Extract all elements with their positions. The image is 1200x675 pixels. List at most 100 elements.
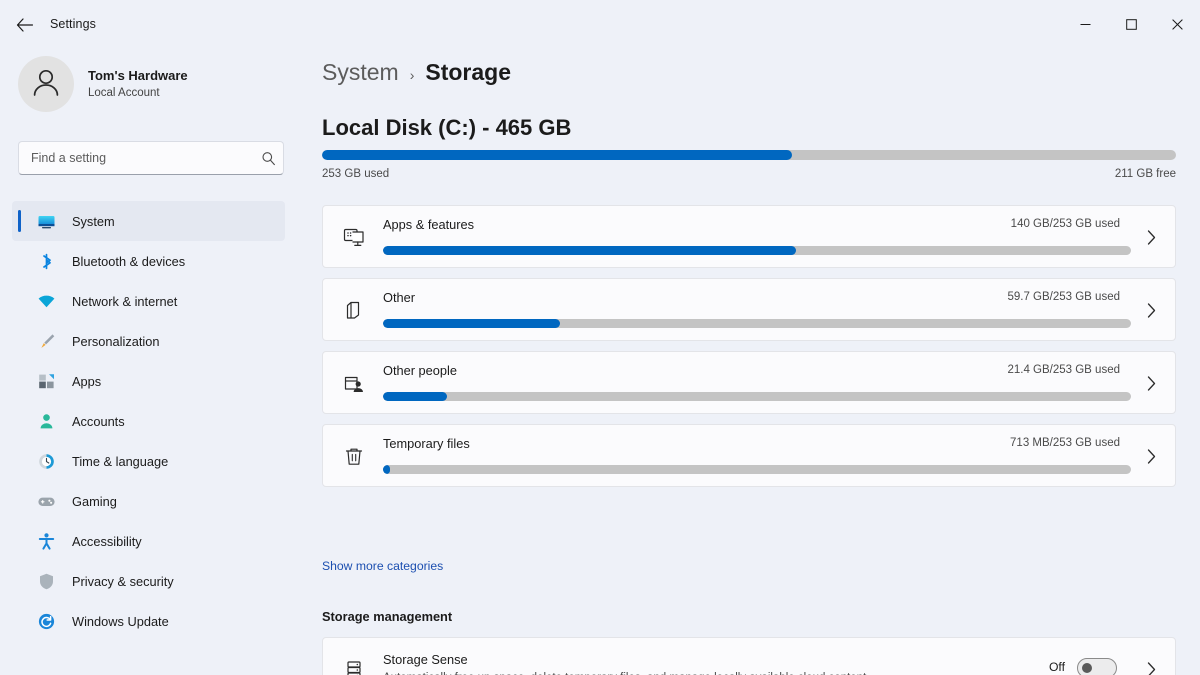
sidebar-item-label: Windows Update [72, 613, 169, 629]
storage-sense-toggle-state: Off [1048, 660, 1065, 674]
storage-management-list: Storage Sense Automatically free up spac… [322, 637, 1176, 675]
other-people-icon [341, 371, 367, 397]
settings-window: Settings Tom's Hardware Local Account Fi… [0, 0, 1200, 675]
documents-stack-icon [341, 298, 367, 324]
sidebar: Tom's Hardware Local Account Find a sett… [0, 48, 297, 675]
category-bar-fill [383, 246, 796, 255]
person-icon [36, 411, 56, 431]
show-more-categories-link[interactable]: Show more categories [322, 559, 443, 573]
title-bar: Settings [0, 0, 1200, 48]
window-controls [1062, 0, 1200, 48]
chevron-right-icon: › [409, 67, 415, 83]
sidebar-item-label: Accounts [72, 413, 125, 429]
disk-usage-block: 253 GB used 211 GB free [322, 150, 1176, 184]
gamepad-icon [36, 491, 56, 511]
account-name: Tom's Hardware [88, 68, 188, 83]
category-row-other[interactable]: Other 59.7 GB/253 GB used [322, 278, 1176, 341]
sidebar-item-label: Personalization [72, 333, 160, 349]
sidebar-item-accounts[interactable]: Accounts [12, 401, 285, 441]
sidebar-item-gaming[interactable]: Gaming [12, 481, 285, 521]
sidebar-item-label: Gaming [72, 493, 117, 509]
wifi-icon [36, 291, 56, 311]
category-label: Other people [383, 363, 457, 378]
main-content: System › Storage Local Disk (C:) - 465 G… [297, 48, 1200, 675]
category-bar [383, 246, 1131, 255]
account-block[interactable]: Tom's Hardware Local Account [18, 56, 188, 112]
update-refresh-icon [36, 611, 56, 631]
storage-drive-icon [341, 657, 367, 675]
sidebar-item-personalization[interactable]: Personalization [12, 321, 285, 361]
category-value: 713 MB/253 GB used [1010, 437, 1120, 449]
category-bar [383, 319, 1131, 328]
chevron-right-icon[interactable] [1141, 227, 1161, 247]
search-icon [253, 151, 283, 166]
chevron-right-icon[interactable] [1141, 373, 1161, 393]
breadcrumb: System › Storage [322, 59, 511, 86]
avatar [18, 56, 74, 112]
disk-usage-bar [322, 150, 1176, 160]
chevron-right-icon[interactable] [1141, 659, 1161, 675]
accessibility-icon [36, 531, 56, 551]
storage-sense-title: Storage Sense [383, 652, 468, 667]
minimize-button[interactable] [1062, 0, 1108, 48]
sidebar-item-windows-update[interactable]: Windows Update [12, 601, 285, 641]
bluetooth-icon [36, 251, 56, 271]
back-button[interactable] [8, 10, 40, 40]
person-avatar-icon [29, 65, 63, 104]
sidebar-item-label: Accessibility [72, 533, 142, 549]
app-title: Settings [50, 17, 96, 31]
disk-usage-fill [322, 150, 792, 160]
sidebar-nav: System Bluetooth & devices Network & int… [0, 201, 297, 641]
monitor-icon [36, 211, 56, 231]
sidebar-item-accessibility[interactable]: Accessibility [12, 521, 285, 561]
sidebar-item-bluetooth-devices[interactable]: Bluetooth & devices [12, 241, 285, 281]
storage-sense-row[interactable]: Storage Sense Automatically free up spac… [322, 637, 1176, 675]
breadcrumb-parent[interactable]: System [322, 59, 399, 86]
category-bar-fill [383, 319, 560, 328]
sidebar-item-time-language[interactable]: Time & language [12, 441, 285, 481]
account-subtitle: Local Account [88, 87, 160, 99]
sidebar-item-label: Time & language [72, 453, 169, 469]
category-value: 140 GB/253 GB used [1010, 218, 1120, 230]
category-list: Apps & features 140 GB/253 GB used Other [322, 205, 1176, 497]
category-row-temporary-files[interactable]: Temporary files 713 MB/253 GB used [322, 424, 1176, 487]
clock-icon [36, 451, 56, 471]
chevron-right-icon[interactable] [1141, 446, 1161, 466]
page-title: Local Disk (C:) - 465 GB [322, 115, 572, 140]
chevron-right-icon[interactable] [1141, 300, 1161, 320]
shield-icon [36, 571, 56, 591]
storage-sense-toggle[interactable] [1077, 658, 1117, 675]
storage-management-heading: Storage management [322, 609, 453, 624]
category-row-other-people[interactable]: Other people 21.4 GB/253 GB used [322, 351, 1176, 414]
sidebar-item-label: Bluetooth & devices [72, 253, 186, 269]
category-label: Other [383, 290, 416, 305]
apps-monitor-icon [341, 225, 367, 251]
sidebar-item-apps[interactable]: Apps [12, 361, 285, 401]
category-row-apps-features[interactable]: Apps & features 140 GB/253 GB used [322, 205, 1176, 268]
sidebar-item-label: Network & internet [72, 293, 178, 309]
category-value: 59.7 GB/253 GB used [1007, 291, 1120, 303]
apps-grid-icon [36, 371, 56, 391]
toggle-knob [1082, 663, 1092, 673]
disk-free-label: 211 GB free [1114, 168, 1176, 180]
sidebar-item-privacy-security[interactable]: Privacy & security [12, 561, 285, 601]
sidebar-item-network-internet[interactable]: Network & internet [12, 281, 285, 321]
back-arrow-icon [16, 18, 33, 32]
disk-usage-legend: 253 GB used 211 GB free [322, 168, 1176, 184]
search-input[interactable]: Find a setting [19, 151, 253, 165]
sidebar-item-system[interactable]: System [12, 201, 285, 241]
sidebar-item-label: System [72, 213, 115, 229]
trash-icon [341, 444, 367, 470]
search-box[interactable]: Find a setting [18, 141, 284, 175]
maximize-button[interactable] [1108, 0, 1154, 48]
category-bar-fill [383, 465, 390, 474]
paintbrush-icon [36, 331, 56, 351]
category-bar-fill [383, 392, 447, 401]
category-bar [383, 392, 1131, 401]
close-button[interactable] [1154, 0, 1200, 48]
selection-indicator [18, 210, 21, 232]
sidebar-item-label: Privacy & security [72, 573, 174, 589]
sidebar-item-label: Apps [72, 373, 102, 389]
category-bar [383, 465, 1131, 474]
disk-used-label: 253 GB used [322, 168, 390, 180]
